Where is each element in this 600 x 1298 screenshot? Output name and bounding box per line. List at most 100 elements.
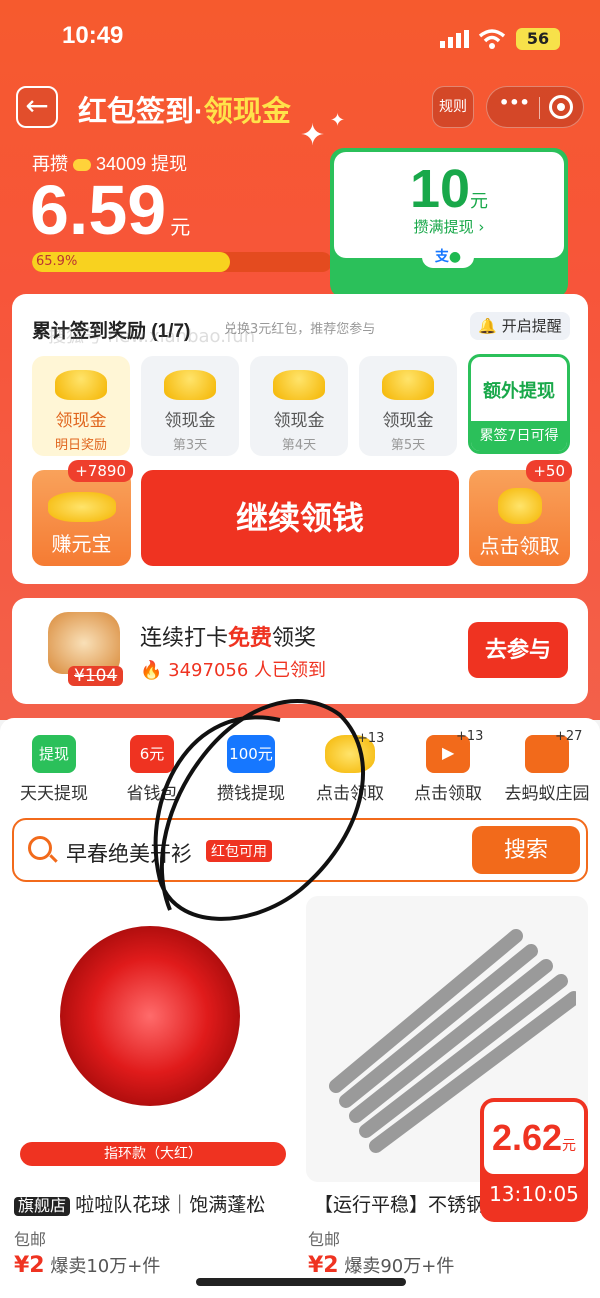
battery-icon: 56 [516, 28, 560, 50]
claim-label: 点击领取 [479, 536, 560, 558]
earn-badge: +7890 [68, 460, 133, 482]
product-title-text: 啦啦队花球｜饱满蓬松 [75, 1195, 266, 1216]
shop-badge: 旗舰店 [14, 1197, 71, 1216]
ingot-icon [55, 370, 107, 400]
teapot-image [48, 612, 120, 674]
shortcut-label: 天天提现 [20, 784, 88, 803]
balance-amount-block: 6.59 元 [30, 170, 190, 250]
back-button[interactable]: ← [16, 86, 58, 128]
withdraw-icon: 提现 [32, 735, 76, 773]
extra-withdraw-cell[interactable]: 额外提现 累签7日可得 [468, 354, 570, 454]
capsule-menu: ••• [486, 86, 584, 128]
signal-icon [440, 30, 470, 48]
day-cell-3[interactable]: 领现金第4天 [250, 356, 348, 456]
video-icon: ▶ +13 [426, 729, 483, 773]
ingot-icon [382, 370, 434, 400]
alipay-wechat-icon: 支● [422, 246, 474, 268]
continue-button[interactable]: 继续领钱 [141, 470, 459, 566]
reward-amount: 2.62 [491, 1117, 563, 1158]
flame-icon: 🔥 [140, 660, 163, 681]
wifi-icon [478, 28, 506, 54]
withdraw-label: 攒满提现 › [413, 218, 485, 236]
sparkle-icon: ✦ [300, 118, 326, 153]
alipay-icon: +27 [525, 729, 582, 773]
ingot-icon [497, 488, 542, 524]
promo-title-a: 连续打卡 [140, 625, 229, 650]
search-icon [28, 836, 58, 863]
status-time: 10:49 [62, 22, 124, 49]
title-dot: · [194, 96, 204, 128]
promo-card: ¥104 连续打卡免费领奖 🔥 3497056 人已领到 去参与 [12, 598, 588, 704]
withdraw-inner: 10元 攒满提现 › [334, 152, 564, 258]
shortcut-daily-withdraw[interactable]: 提现 天天提现 [4, 735, 104, 804]
day-label: 领现金 [382, 411, 434, 430]
more-button[interactable]: ••• [499, 93, 530, 112]
promo-count: 🔥 3497056 人已领到 [140, 656, 326, 682]
day-sub: 第3天 [172, 438, 208, 453]
withdraw-card[interactable]: 10元 攒满提现 › 支● [330, 148, 568, 298]
product-price-line: ¥2 爆卖10万+件 [14, 1252, 160, 1278]
product-title: 旗舰店 啦啦队花球｜饱满蓬松 [14, 1190, 265, 1217]
shortcut-ant-farm[interactable]: +27 去蚂蚁庄园 [497, 729, 597, 804]
extra-sub: 累签7日可得 [471, 421, 567, 451]
promo-title-b: 免费 [228, 625, 273, 650]
promo-title: 连续打卡免费领奖 [140, 620, 316, 652]
withdraw-amount: 10 [409, 159, 471, 219]
day-sub: 明日奖励 [54, 438, 107, 453]
signin-card: 累计签到奖励 (1/7) 兑换3元红包，推荐您参与 搜狐号 new.xianba… [12, 294, 588, 584]
watermark: 搜狐号 new.xianbao.fun [48, 326, 256, 347]
close-miniapp-button[interactable] [549, 95, 573, 119]
earn-ingot-button[interactable]: +7890 赚元宝 [32, 460, 133, 566]
shortcut-claim-2[interactable]: ▶ +13 点击领取 [398, 729, 498, 804]
reward-inner: 2.62元 [484, 1102, 584, 1174]
sparkle-small-icon: ✦ [330, 110, 346, 131]
day-cell-1[interactable]: 领现金 明日奖励 [32, 356, 130, 456]
reward-timer: 13:10:05 [489, 1182, 579, 1206]
day-sub: 第5天 [390, 438, 426, 453]
product-shipping: 包邮 [14, 1230, 47, 1249]
search-button[interactable]: 搜索 [472, 826, 580, 874]
ingot-pile-icon [47, 492, 116, 522]
annotation-circle [153, 699, 365, 921]
product-price-line: ¥2 爆卖90万+件 [308, 1252, 454, 1278]
earn-label: 赚元宝 [51, 534, 112, 556]
progress-label: 65.9% [36, 254, 78, 269]
home-indicator [196, 1278, 406, 1286]
page-title: 红包签到·领现金 [78, 88, 291, 130]
shortcut-label: 去蚂蚁庄园 [504, 784, 590, 803]
ingot-icon [273, 370, 325, 400]
product-title: 【运行平稳】不锈钢 [314, 1195, 486, 1216]
promo-price: ¥104 [68, 666, 124, 686]
product-price: ¥2 [308, 1253, 339, 1278]
reminder-button[interactable]: 🔔 开启提醒 [470, 312, 570, 340]
day-cell-4[interactable]: 领现金第5天 [359, 356, 457, 456]
shortcut-badge: +13 [456, 729, 484, 744]
balance-unit: 元 [170, 217, 191, 239]
ingot-icon [164, 370, 216, 400]
product-image-pompom [60, 926, 240, 1106]
product-price: ¥2 [14, 1253, 45, 1278]
day-label: 领现金 [273, 411, 325, 430]
day-sub: 第4天 [281, 438, 317, 453]
day-cell-2[interactable]: 领现金 第3天 [141, 356, 239, 456]
product-sold: 爆卖90万+件 [344, 1256, 455, 1277]
promo-title-c: 领奖 [272, 625, 317, 650]
shortcut-label: 点击领取 [414, 784, 482, 803]
title-accent: 领现金 [203, 96, 291, 128]
withdraw-unit: 元 [470, 191, 489, 211]
title-main: 红包签到 [78, 96, 195, 128]
claim-button[interactable]: +50 点击领取 [469, 460, 572, 566]
rules-button[interactable]: 规则 [432, 86, 474, 128]
bell-icon: 🔔 [478, 317, 497, 335]
progress-bar: 65.9% [32, 252, 332, 272]
floating-reward[interactable]: 2.62元 13:10:05 [480, 1098, 588, 1222]
day-label: 领现金 [55, 411, 107, 430]
extra-label: 额外提现 [483, 381, 555, 401]
join-button[interactable]: 去参与 [468, 622, 568, 678]
product-shipping: 包邮 [308, 1230, 341, 1249]
product-ribbon: 指环款（大红） [20, 1142, 286, 1166]
capsule-divider [539, 97, 540, 119]
product-sold: 爆卖10万+件 [50, 1256, 161, 1277]
promo-count-text: 3497056 人已领到 [168, 660, 327, 681]
balance-amount: 6.59 [30, 171, 167, 249]
